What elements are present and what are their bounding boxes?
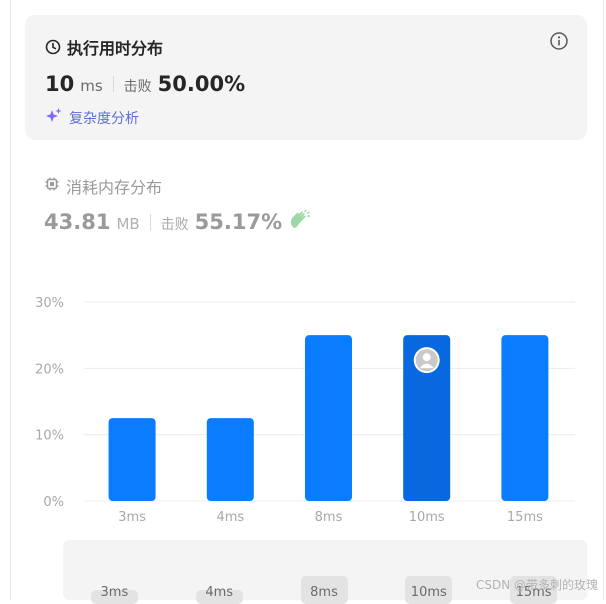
x-tick-label: 3ms (118, 510, 146, 525)
y-tick-label: 10% (35, 429, 64, 444)
x-axis: 3ms 4ms 8ms 10ms 15ms (118, 510, 543, 525)
watermark: CSDN @带多刺的玫瑰 (476, 576, 598, 593)
x-tick-label: 10ms (409, 510, 445, 525)
slider-thumb[interactable]: 4ms (196, 590, 243, 604)
slider-thumb[interactable]: 8ms (301, 576, 348, 604)
slider-thumb-label: 8ms (310, 585, 338, 600)
chart-bar[interactable] (207, 418, 254, 501)
slider-thumb-label: 3ms (101, 585, 129, 600)
slider-thumb-label: 4ms (205, 585, 233, 600)
chart-bar[interactable] (109, 418, 156, 501)
chart-bars (109, 335, 549, 501)
y-axis: 0% 10% 20% 30% (35, 296, 64, 510)
y-tick-label: 20% (35, 362, 64, 377)
avatar-icon (414, 347, 440, 373)
runtime-distribution-chart: 0% 10% 20% 30% 3ms 4ms 8ms 10ms 15ms (0, 0, 606, 540)
slider-thumb[interactable]: 3ms (91, 590, 138, 604)
chart-bar[interactable] (305, 335, 352, 501)
x-tick-label: 15ms (507, 510, 543, 525)
y-tick-label: 30% (35, 296, 64, 311)
user-marker (414, 347, 440, 373)
x-tick-label: 4ms (216, 510, 244, 525)
slider-thumb-label: 10ms (411, 585, 447, 600)
chart-bar[interactable] (501, 335, 548, 501)
slider-thumb[interactable]: 10ms (405, 576, 452, 604)
x-tick-label: 8ms (315, 510, 343, 525)
y-tick-label: 0% (43, 495, 64, 510)
